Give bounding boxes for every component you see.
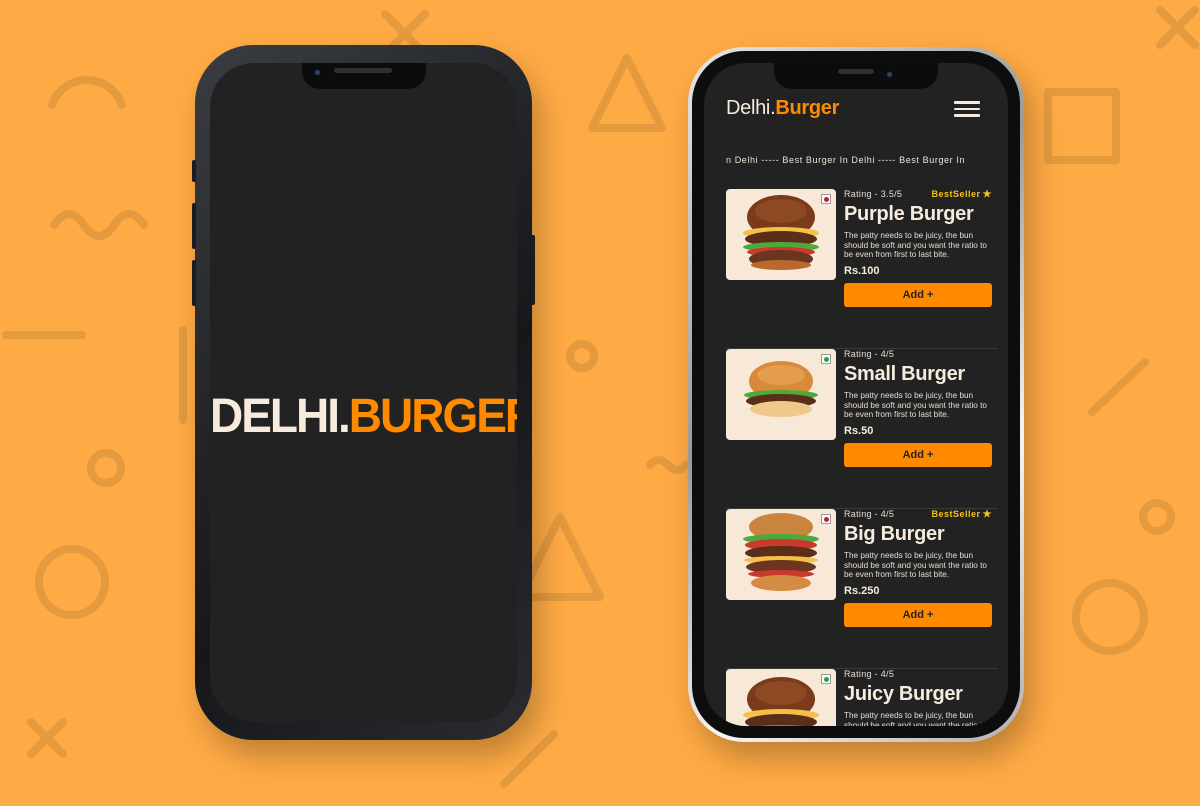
add-button[interactable]: Add +: [844, 602, 992, 627]
burger-image: [726, 349, 836, 440]
non-veg-indicator-icon: [821, 514, 831, 524]
list-item: Rating - 4/5 Juicy Burger The patty need…: [726, 669, 998, 726]
list-item: Rating - 3.5/5 BestSeller ★ Purple Burger…: [726, 189, 998, 349]
splash-logo-delhi: DELHI.: [210, 387, 351, 443]
earpiece-speaker: [838, 69, 874, 74]
burger-price: Rs.50: [844, 424, 874, 437]
burger-image: [726, 189, 836, 280]
power-button: [531, 235, 535, 305]
hamburger-menu-icon[interactable]: [954, 101, 980, 117]
burger-description: The patty needs to be juicy, the bun sho…: [844, 231, 987, 260]
marquee-banner: n Delhi ----- Best Burger In Delhi -----…: [726, 155, 966, 165]
burger-price: Rs.250: [844, 584, 880, 597]
veg-indicator-icon: [821, 354, 831, 364]
notch: [302, 63, 426, 89]
burger-title: Small Burger: [844, 363, 965, 385]
burger-price: Rs.100: [844, 264, 880, 277]
rating-text: Rating - 4/5: [844, 349, 895, 359]
star-icon: ★: [982, 509, 992, 520]
add-button[interactable]: Add +: [844, 282, 992, 307]
burger-image: [726, 669, 836, 726]
volume-up-button: [192, 203, 196, 249]
star-icon: ★: [982, 189, 992, 200]
brand-logo[interactable]: Delhi.Burger: [726, 97, 986, 120]
brand-delhi: Delhi.: [726, 97, 776, 119]
burger-description: The patty needs to be juicy, the bun sho…: [844, 551, 987, 580]
earpiece-speaker: [334, 68, 392, 73]
brand-burger: Burger: [775, 97, 840, 119]
add-button[interactable]: Add +: [844, 442, 992, 467]
splash-screen: DELHI.BURGER: [210, 63, 517, 722]
menu-screen: Delhi.Burger n Delhi ----- Best Burger I…: [704, 63, 1008, 726]
veg-indicator-icon: [821, 674, 831, 684]
list-item: Rating - 4/5 BestSeller ★ Big Burger The …: [726, 509, 998, 669]
burger-title: Purple Burger: [844, 203, 974, 225]
phone-menu: Delhi.Burger n Delhi ----- Best Burger I…: [688, 47, 1024, 742]
notch: [774, 63, 938, 89]
burger-list: Rating - 3.5/5 BestSeller ★ Purple Burger…: [726, 189, 998, 726]
phone-splash: DELHI.BURGER: [192, 45, 535, 740]
mute-switch: [192, 160, 196, 182]
burger-description: The patty needs to be juicy, the bun sho…: [844, 711, 987, 726]
burger-title: Big Burger: [844, 523, 945, 545]
front-camera: [314, 69, 321, 76]
burger-title: Juicy Burger: [844, 683, 963, 705]
volume-down-button: [192, 260, 196, 306]
burger-description: The patty needs to be juicy, the bun sho…: [844, 391, 987, 420]
burger-image: [726, 509, 836, 600]
rating-text: Rating - 4/5: [844, 669, 895, 679]
list-item: Rating - 4/5 Small Burger The patty need…: [726, 349, 998, 509]
bestseller-badge: BestSeller ★: [931, 509, 992, 520]
splash-logo-burger: BURGER: [348, 387, 517, 443]
non-veg-indicator-icon: [821, 194, 831, 204]
front-camera: [886, 71, 893, 78]
splash-logo: DELHI.BURGER: [210, 387, 517, 444]
app-header: Delhi.Burger: [726, 97, 986, 127]
bestseller-badge: BestSeller ★: [931, 189, 992, 200]
